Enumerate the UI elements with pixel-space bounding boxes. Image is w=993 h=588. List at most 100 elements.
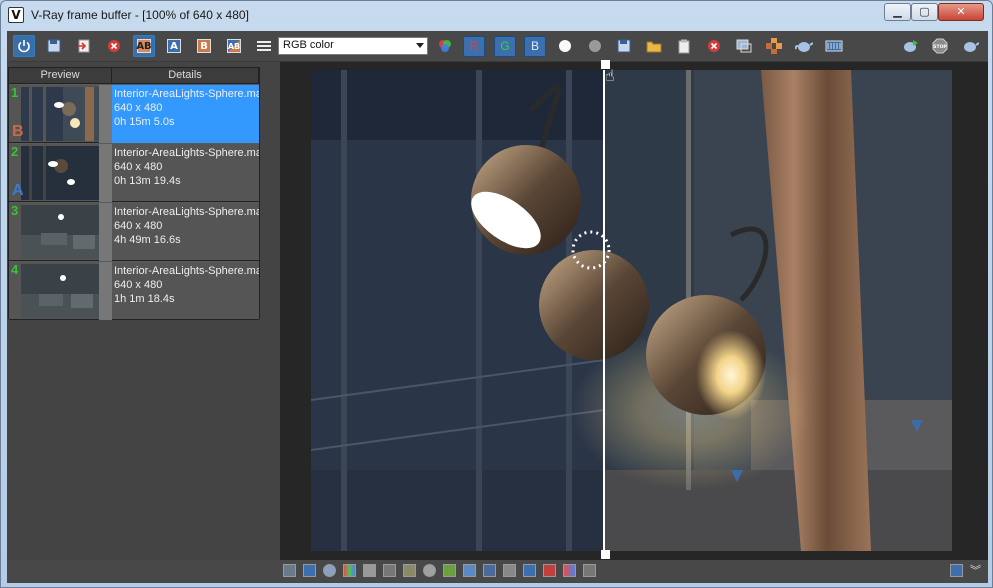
history-thumbnail: [21, 146, 99, 200]
levels-icon[interactable]: [383, 564, 396, 577]
stop-icon[interactable]: STOP: [929, 35, 951, 57]
menu-icon[interactable]: [253, 35, 275, 57]
vfb-client: AB A B AB RGB color R G B STOP Preview D…: [7, 31, 988, 583]
scene-name: Interior-AreaLights-Sphere.max: [114, 147, 259, 159]
power-icon[interactable]: [13, 35, 35, 57]
lut-file-icon[interactable]: [503, 564, 516, 577]
gray-sphere-icon[interactable]: [584, 35, 606, 57]
bottom-toolbar: ︾: [7, 560, 988, 583]
color-channel-value: RGB color: [283, 39, 334, 51]
teapot-icon[interactable]: [793, 35, 815, 57]
color-correction-icon[interactable]: [343, 564, 356, 577]
history-thumbnail: [21, 264, 99, 318]
thumbnail-strip: [99, 262, 112, 320]
save-icon[interactable]: [43, 35, 65, 57]
toolbar: AB A B AB RGB color R G B STOP: [7, 31, 988, 62]
history-item-3[interactable]: 3 Interior-AreaLights-Sphere.max 640 x 4…: [9, 203, 259, 261]
history-toggle-icon[interactable]: [303, 564, 316, 577]
preview-column-header[interactable]: Preview: [9, 68, 112, 84]
svg-text:STOP: STOP: [933, 44, 947, 50]
history-index: 1: [11, 85, 19, 100]
lut-icon[interactable]: [463, 564, 476, 577]
a-marker: A: [12, 182, 24, 199]
minimize-button[interactable]: ▁: [884, 3, 911, 21]
maximize-button[interactable]: ▢: [911, 3, 938, 21]
history-item-2[interactable]: 2 A Interior-AreaLights-Sphere.max 640 x…: [9, 144, 259, 202]
rendered-image[interactable]: [311, 70, 952, 551]
render-time: 4h 49m 16.6s: [114, 234, 181, 246]
teapot-settings-icon[interactable]: [959, 35, 981, 57]
resolution: 640 x 480: [114, 102, 163, 114]
clamp-icon[interactable]: [543, 564, 556, 577]
info-icon[interactable]: [323, 564, 336, 577]
history-details: Interior-AreaLights-Sphere.max 640 x 480…: [112, 144, 259, 202]
red-channel-button[interactable]: R: [463, 36, 485, 57]
render-time: 0h 13m 19.4s: [114, 175, 181, 187]
hand-cursor-icon: ☝: [605, 66, 615, 85]
thumbnail-strip: [99, 85, 112, 143]
ocio-icon[interactable]: [483, 564, 496, 577]
title-bar[interactable]: V V-Ray frame buffer - [100% of 640 x 48…: [1, 1, 992, 31]
clipboard-icon[interactable]: [673, 35, 695, 57]
tiles-icon[interactable]: [763, 35, 785, 57]
panel-toggle-icon[interactable]: [283, 564, 296, 577]
color-channel-select[interactable]: RGB color: [278, 37, 428, 55]
color-channels-icon[interactable]: [434, 35, 456, 57]
history-index: 4: [11, 262, 19, 277]
resolution: 640 x 480: [114, 161, 163, 173]
history-item-1[interactable]: 1 B Interior-AreaLights-Sphere.max 640 x…: [9, 85, 259, 143]
scene-name: Interior-AreaLights-Sphere.max: [114, 206, 259, 218]
green-channel-button[interactable]: G: [494, 36, 516, 57]
open-folder-icon[interactable]: [643, 35, 665, 57]
swap-ab-icon[interactable]: AB: [223, 35, 245, 57]
pixel-aspect-icon[interactable]: [563, 564, 576, 577]
region-icon[interactable]: [733, 35, 755, 57]
thumbnail-strip: [99, 144, 112, 202]
chevron-down-icon: [416, 43, 424, 48]
window-mode-icon[interactable]: [950, 564, 963, 577]
render-time: 0h 15m 5.0s: [114, 116, 175, 128]
compare-ab-icon[interactable]: AB: [133, 35, 155, 57]
history-thumbnail: [21, 87, 99, 141]
window-title: V-Ray frame buffer - [100% of 640 x 480]: [31, 8, 249, 22]
thumbnail-strip: [99, 203, 112, 261]
vray-logo-icon: V: [8, 7, 24, 23]
blue-channel-button[interactable]: B: [524, 36, 546, 57]
resolution: 640 x 480: [114, 220, 163, 232]
stop-red-icon[interactable]: [703, 35, 725, 57]
details-column-header[interactable]: Details: [112, 68, 259, 84]
history-thumbnail: [21, 205, 99, 259]
history-details: Interior-AreaLights-Sphere.max 640 x 480…: [112, 85, 259, 143]
load-icon[interactable]: [73, 35, 95, 57]
b-marker: B: [12, 123, 24, 140]
history-item-4[interactable]: 4 Interior-AreaLights-Sphere.max 640 x 4…: [9, 262, 259, 320]
hsl-icon[interactable]: [363, 564, 376, 577]
set-a-icon[interactable]: A: [163, 35, 185, 57]
history-index: 2: [11, 144, 19, 159]
history-header: Preview Details: [9, 68, 259, 84]
exposure-icon[interactable]: [423, 564, 436, 577]
clear-icon[interactable]: [103, 35, 125, 57]
stereo-icon[interactable]: [583, 564, 596, 577]
set-b-icon[interactable]: B: [193, 35, 215, 57]
close-button[interactable]: ✕: [938, 3, 984, 21]
save-image-icon[interactable]: [613, 35, 635, 57]
history-details: Interior-AreaLights-Sphere.max 640 x 480…: [112, 203, 259, 261]
film-icon[interactable]: [823, 35, 845, 57]
curves-icon[interactable]: [403, 564, 416, 577]
expand-chevron-icon[interactable]: ︾: [970, 562, 981, 578]
image-viewport[interactable]: ☝: [280, 60, 988, 560]
resolution: 640 x 480: [114, 279, 163, 291]
scene-name: Interior-AreaLights-Sphere.max: [114, 88, 259, 100]
render-history-panel: Preview Details 1 B Interior-AreaLights-…: [8, 67, 260, 320]
white-sphere-icon[interactable]: [554, 35, 576, 57]
render-teapot-icon[interactable]: [899, 35, 921, 57]
vfb-window: V V-Ray frame buffer - [100% of 640 x 48…: [0, 0, 993, 588]
history-details: Interior-AreaLights-Sphere.max 640 x 480…: [112, 262, 259, 320]
background-icon[interactable]: [443, 564, 456, 577]
history-index: 3: [11, 203, 19, 218]
srgb-icon[interactable]: [523, 564, 536, 577]
scene-name: Interior-AreaLights-Sphere.max: [114, 265, 259, 277]
render-time: 1h 1m 18.4s: [114, 293, 175, 305]
ab-divider-handle-bottom[interactable]: [601, 550, 610, 559]
